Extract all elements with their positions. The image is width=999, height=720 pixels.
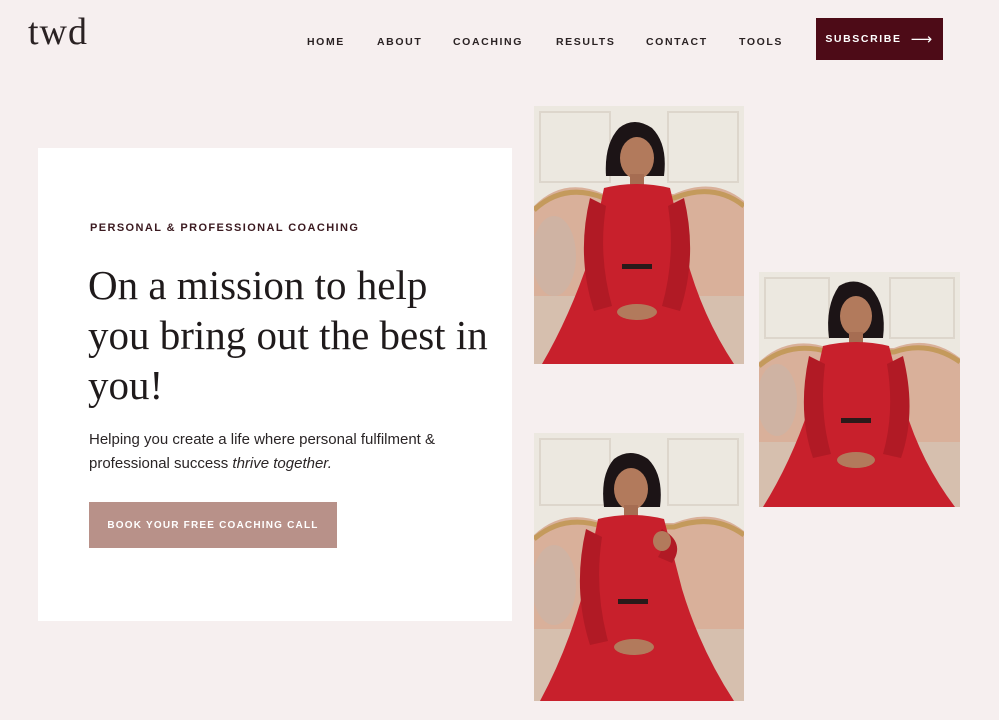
coach-portrait-image — [759, 272, 960, 507]
subscribe-button[interactable]: SUBSCRIBE ⟶ — [816, 18, 943, 60]
hero-subtext-italic: thrive together. — [232, 455, 332, 472]
coach-photo-2 — [759, 272, 960, 507]
coach-portrait-image — [534, 433, 744, 701]
arrow-right-icon: ⟶ — [910, 30, 934, 48]
hero-card: PERSONAL & PROFESSIONAL COACHING On a mi… — [38, 148, 512, 621]
nav-home[interactable]: HOME — [307, 36, 345, 48]
hero-eyebrow: PERSONAL & PROFESSIONAL COACHING — [90, 222, 360, 234]
nav-coaching[interactable]: COACHING — [453, 36, 523, 48]
coach-photo-3 — [534, 433, 744, 701]
coach-portrait-image — [534, 106, 744, 364]
nav-contact[interactable]: CONTACT — [646, 36, 708, 48]
nav-tools[interactable]: TOOLS — [739, 36, 783, 48]
subscribe-label: SUBSCRIBE — [825, 33, 902, 45]
nav-results[interactable]: RESULTS — [556, 36, 615, 48]
hero-subtext: Helping you create a life where personal… — [89, 428, 489, 476]
book-coaching-call-button[interactable]: BOOK YOUR FREE COACHING CALL — [89, 502, 337, 548]
hero-headline: On a mission to help you bring out the b… — [88, 262, 488, 408]
nav-about[interactable]: ABOUT — [377, 36, 422, 48]
coach-photo-1 — [534, 106, 744, 364]
